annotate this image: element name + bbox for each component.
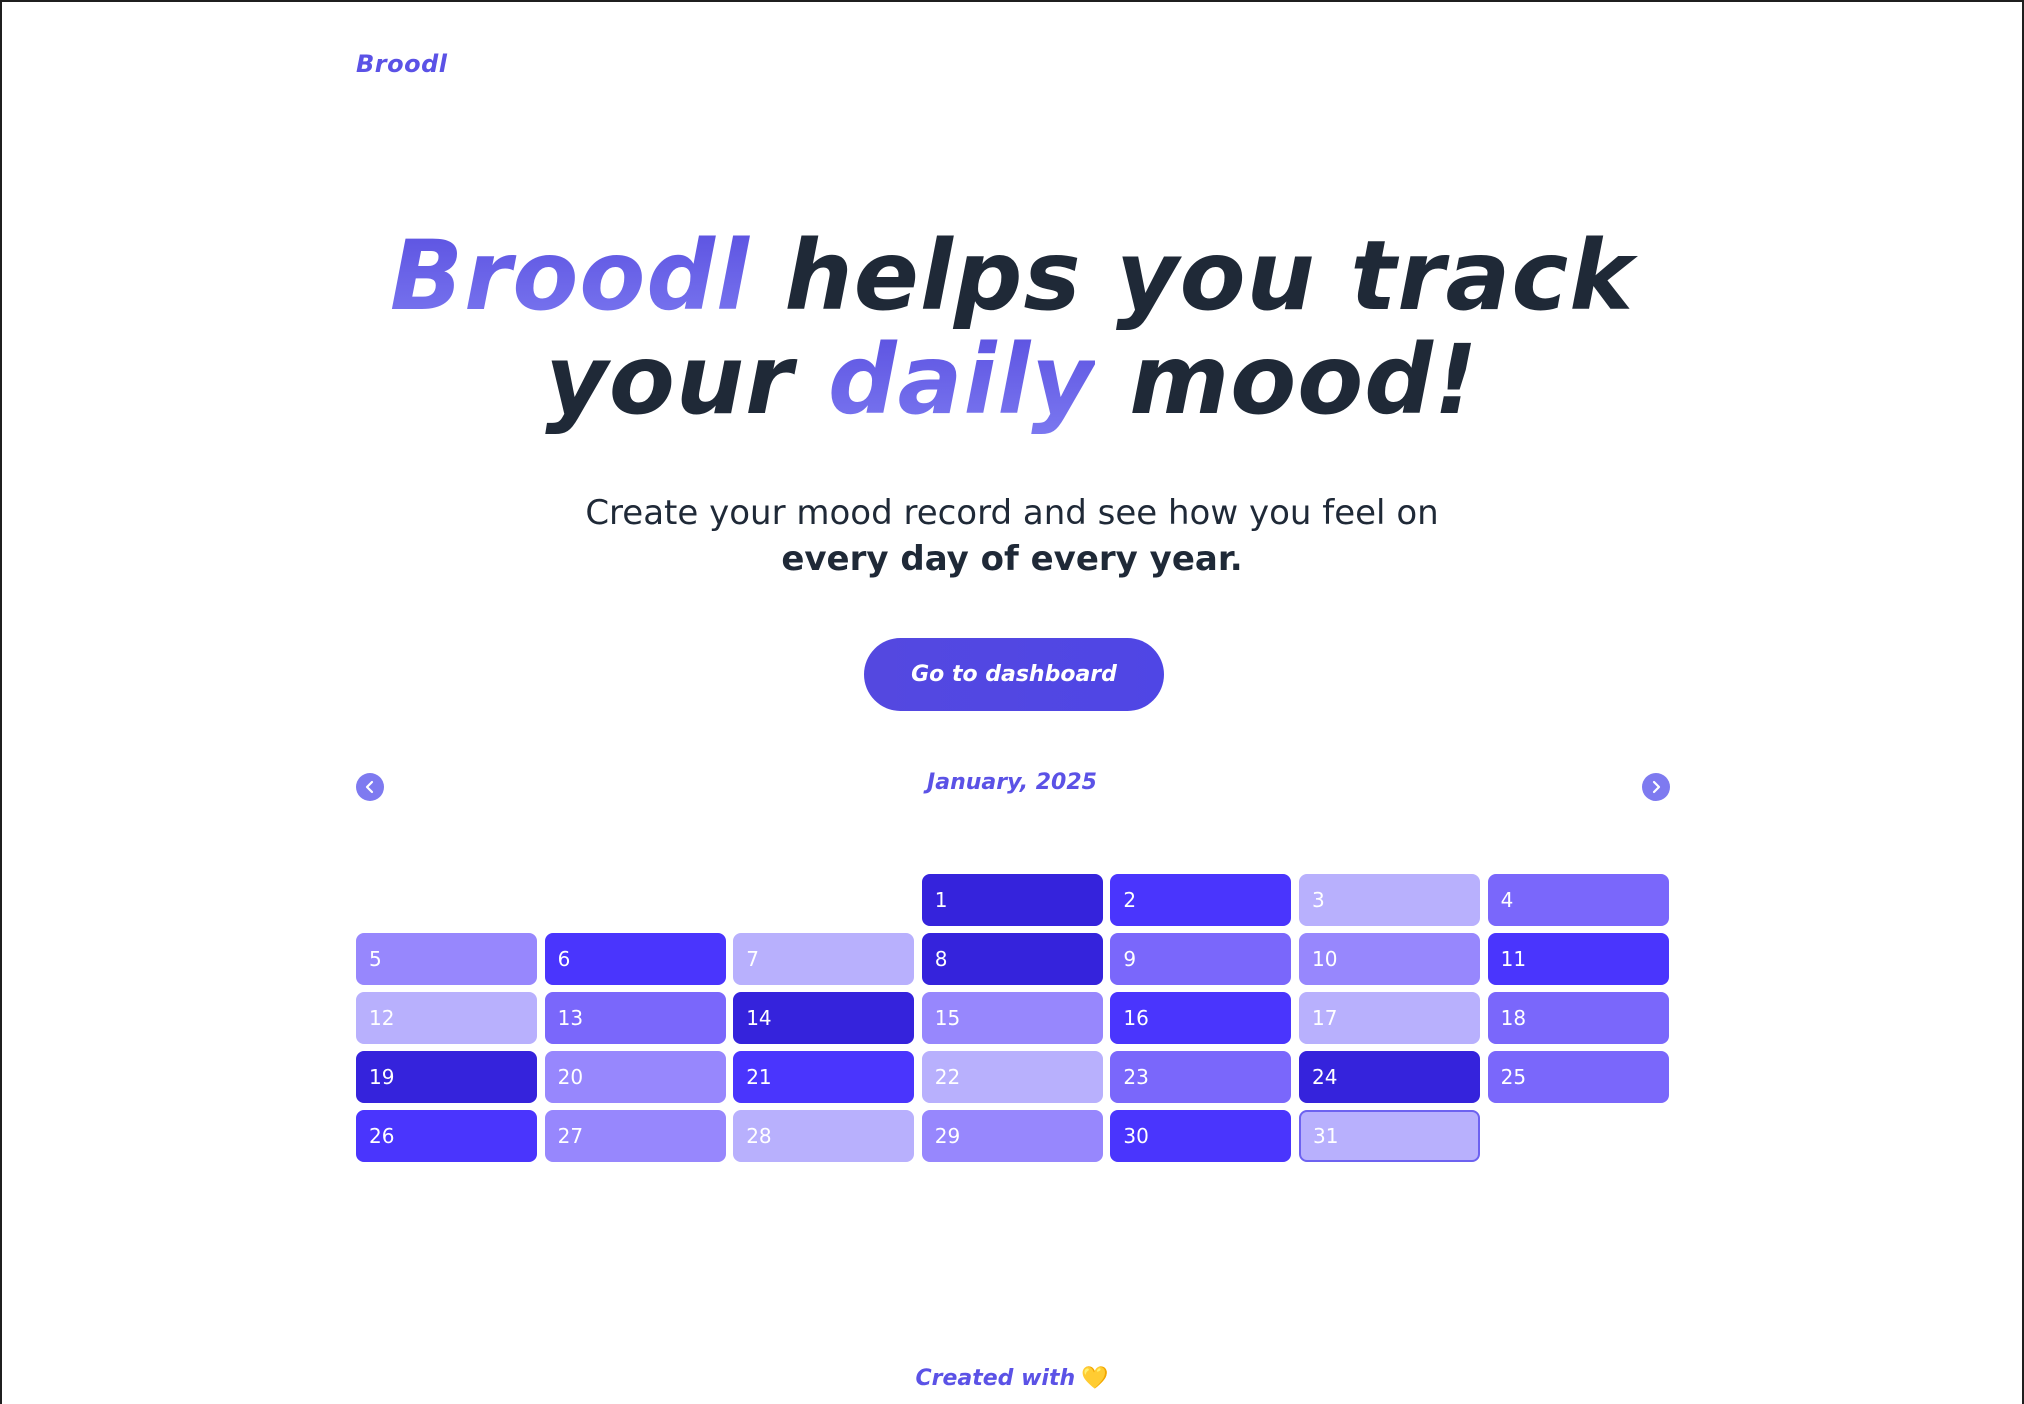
calendar-day-5[interactable]: 5 [356,933,537,985]
calendar-day-7[interactable]: 7 [733,933,915,985]
subtitle-line-2: every day of every year. [781,539,1243,579]
calendar-day-26[interactable]: 26 [356,1110,537,1162]
calendar-day-17[interactable]: 17 [1299,992,1480,1044]
hero-text-3: mood! [1094,324,1479,436]
calendar-day-8[interactable]: 8 [921,933,1103,985]
calendar-day-3[interactable]: 3 [1299,874,1480,926]
calendar-day-9[interactable]: 9 [1110,933,1292,985]
calendar-day-19[interactable]: 19 [356,1051,537,1103]
footer-text: Created with [915,1366,1076,1391]
next-month-button[interactable] [1642,773,1670,801]
calendar-day-24[interactable]: 24 [1299,1051,1480,1103]
calendar-day-31[interactable]: 31 [1299,1110,1480,1162]
hero-text-2: your [545,324,828,436]
calendar-day-22[interactable]: 22 [921,1051,1103,1103]
calendar-day-30[interactable]: 30 [1110,1110,1292,1162]
calendar-day-16[interactable]: 16 [1110,992,1292,1044]
calendar-day-18[interactable]: 18 [1487,992,1669,1044]
heart-icon: 💛 [1081,1366,1109,1391]
calendar-month-label: January, 2025 [927,770,1097,795]
chevron-right-icon [1652,780,1661,794]
calendar-day-27[interactable]: 27 [544,1110,726,1162]
hero-highlight: daily [827,324,1095,436]
calendar-day-13[interactable]: 13 [544,992,726,1044]
calendar-day-21[interactable]: 21 [733,1051,915,1103]
calendar-day-10[interactable]: 10 [1299,933,1480,985]
calendar-day-2[interactable]: 2 [1110,874,1292,926]
calendar-day-20[interactable]: 20 [544,1051,726,1103]
calendar-day-25[interactable]: 25 [1487,1051,1669,1103]
calendar-day-23[interactable]: 23 [1110,1051,1292,1103]
calendar-day-14[interactable]: 14 [733,992,915,1044]
footer: Created with 💛 [2,1366,2022,1391]
calendar-day-28[interactable]: 28 [733,1110,915,1162]
calendar-day-11[interactable]: 11 [1487,933,1669,985]
page: Broodl Broodl helps you track your daily… [0,0,2024,1404]
brand-logo[interactable]: Broodl [356,50,448,78]
hero-title: Broodl helps you track your daily mood! [2,224,2022,432]
calendar-day-29[interactable]: 29 [921,1110,1103,1162]
calendar-day-6[interactable]: 6 [544,933,726,985]
hero-subtitle: Create your mood record and see how you … [2,490,2022,582]
calendar-day-12[interactable]: 12 [356,992,537,1044]
calendar-day-15[interactable]: 15 [921,992,1103,1044]
subtitle-line-1: Create your mood record and see how you … [585,493,1439,533]
hero-text-1: helps you track [749,220,1635,332]
go-to-dashboard-button[interactable]: Go to dashboard [864,638,1164,711]
hero-brand: Broodl [389,220,750,332]
calendar-day-1[interactable]: 1 [921,874,1103,926]
calendar-day-4[interactable]: 4 [1487,874,1669,926]
